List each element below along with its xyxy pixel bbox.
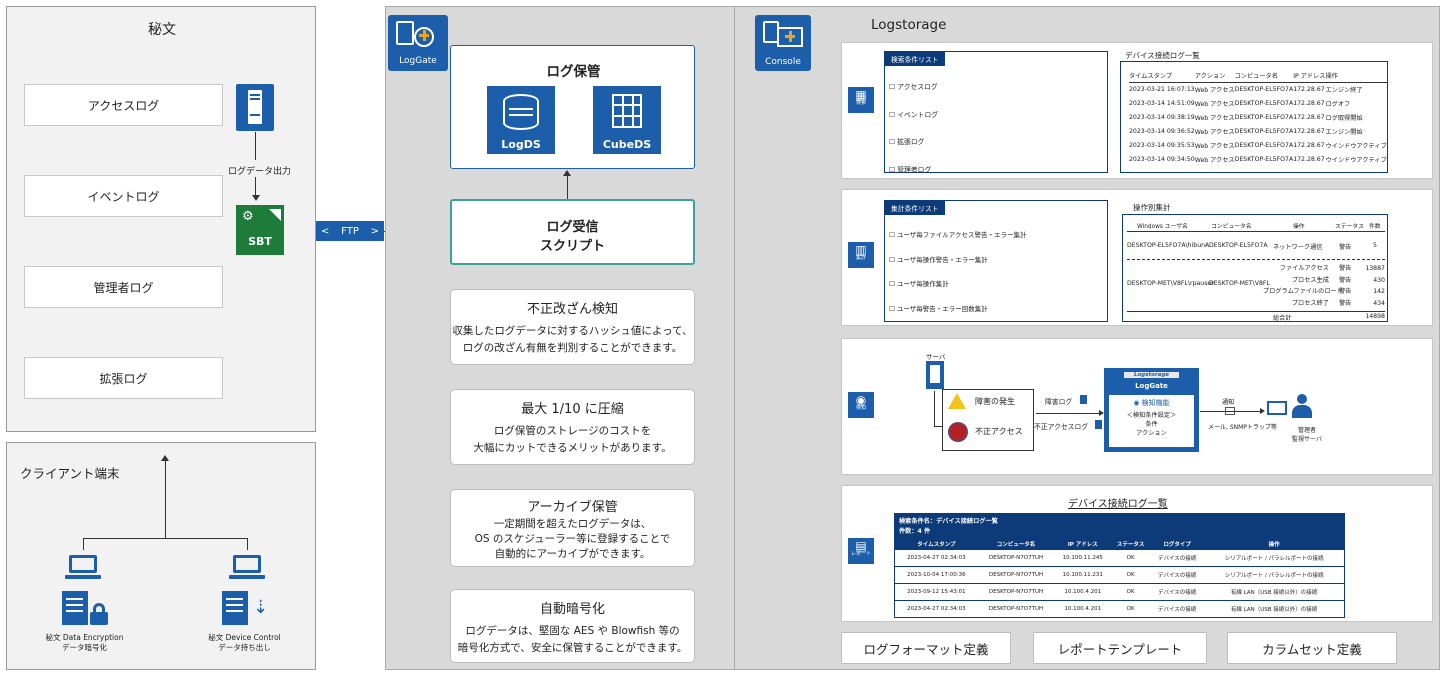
receive-script-box: ログ受信 スクリプト <box>450 199 695 265</box>
search-list-title: 検索条件リスト <box>885 52 945 66</box>
console-badge: Console <box>755 15 811 71</box>
search-screen: ▦ 検索 検索条件リスト ☐ アクセスログ ☐ イベントログ ☐ 拡張ログ ☐ 管… <box>841 42 1433 179</box>
cubeds-icon: CubeDS <box>593 86 661 154</box>
log-box-extended: 拡張ログ <box>24 357 223 399</box>
laptop-icon <box>229 555 265 580</box>
logstorage-title: Logstorage <box>871 17 947 33</box>
search-condition-4: ☐ 管理者ログ <box>889 165 932 174</box>
client-title: クライアント端末 <box>20 466 120 481</box>
client-panel: クライアント端末 秘文 Data Encryption データ暗号化 ⇣ 秘文 … <box>6 442 316 670</box>
lock-icon <box>90 603 108 625</box>
checkbox-icon: ☐ <box>889 83 896 91</box>
ftp-label: FTP <box>341 225 359 237</box>
client-item-1-desc: データ暗号化 <box>62 643 107 652</box>
feature-card-archive: アーカイブ保管 一定期間を超えたログデータは、 OS のスケジューラー等に登録する… <box>450 489 695 567</box>
checkbox-icon: ☐ <box>889 280 895 288</box>
log-box-access: アクセスログ <box>24 84 223 126</box>
monitor-icon <box>1267 401 1287 415</box>
search-table-title: デバイス接続ログ一覧 <box>1125 51 1200 60</box>
loggate-badge: LogGate <box>388 15 448 71</box>
cubeds-label: CubeDS <box>602 138 652 151</box>
checkbox-icon: ☐ <box>889 255 895 264</box>
loggate-badge-label: LogGate <box>399 56 437 66</box>
document-icon <box>222 591 248 625</box>
report-title: デバイス接続ログ一覧 <box>1068 499 1168 510</box>
report-table: タイムスタンプ コンピュータ名 IP アドレス ステータス ログタイプ 操作 2023-0… <box>894 537 1345 618</box>
server-icon <box>926 361 944 389</box>
chevron-right-icon: > <box>370 225 379 237</box>
warning-icon <box>948 393 966 409</box>
feature-card-encrypt: 自動暗号化 ログデータは、堅固な AES や Blowfish 等の 暗号化方式で… <box>450 589 695 663</box>
feature-card-tamper: 不正改ざん検知 収集したログデータに対するハッシュ値によって、 ログの改ざん有無を… <box>450 289 695 365</box>
column-set-button[interactable]: カラムセット定義 <box>1227 632 1397 664</box>
signal-icon: ◉ <box>1133 399 1140 407</box>
checkbox-icon: ☐ <box>889 138 896 146</box>
report-template-button[interactable]: レポートテンプレート <box>1033 632 1207 664</box>
sbt-icon: ⚙ SBT <box>236 205 284 255</box>
feature-card-compress: 最大 1/10 に圧縮 ログ保管のストレージのコストを 大幅にカットできるメリット… <box>450 389 695 465</box>
alert-signal-icon: ◉ 検知 <box>848 392 874 418</box>
search-condition-3: ☐ 拡張ログ <box>889 138 925 146</box>
hibun-title: 秘文 <box>148 22 176 38</box>
logds-label: LogDS <box>501 138 541 151</box>
aggregate-condition-1: ☐ ユーザ毎ファイルアクセス警告・エラー集計 <box>889 231 1027 239</box>
document-icon <box>1080 395 1087 404</box>
client-item-2-desc: データ持ち出し <box>218 643 271 652</box>
checkbox-icon: ☐ <box>889 231 895 239</box>
aggregate-table-title: 操作別集計 <box>1133 203 1171 212</box>
search-table: タイムスタンプ アクション コンピュータ名 IP アドレス 操作 2023-03-21 … <box>1129 69 1387 167</box>
console-badge-label: Console <box>765 57 801 67</box>
search-condition-2: ☐ イベントログ <box>889 110 939 119</box>
log-output-label: ログデータ出力 <box>228 167 292 177</box>
sbt-label: SBT <box>248 235 272 248</box>
storage-title: ログ保管 <box>546 64 601 80</box>
virus-icon <box>948 422 968 442</box>
log-format-button[interactable]: ログフォーマット定義 <box>841 632 1011 664</box>
search-condition-1: ☐ アクセスログ <box>889 83 938 91</box>
loggate-detector: Logstorage LogGate ◉ 検知機能 ＜検知条件設定＞ 条件 アク… <box>1104 368 1199 452</box>
ftp-badge: < FTP > <box>316 221 384 241</box>
storage-box: ログ保管 LogDS CubeDS <box>450 45 695 169</box>
logds-icon: LogDS <box>487 86 555 154</box>
receive-line1: ログ受信 <box>546 220 599 235</box>
aggregate-condition-3: ☐ ユーザ毎操作集計 <box>889 280 949 288</box>
hibun-panel: 秘文 アクセスログ イベントログ 管理者ログ 拡張ログ ログデータ出力 ⚙ SB… <box>6 6 316 432</box>
bar-chart-icon: ▥ 集計 <box>848 242 874 268</box>
receive-line2: スクリプト <box>539 239 605 254</box>
log-box-admin: 管理者ログ <box>24 266 223 308</box>
document-icon <box>62 591 88 625</box>
aggregate-condition-4: ☐ ユーザ毎警告・エラー回数集計 <box>889 304 988 313</box>
laptop-icon <box>65 555 101 580</box>
report-screen: ▤ レポート デバイス接続ログ一覧 検索条件名：デバイス接続ログ一覧 件数：4 件… <box>841 485 1433 622</box>
person-icon <box>1292 394 1312 419</box>
checkbox-icon: ☐ <box>889 304 895 313</box>
chevron-left-icon: < <box>321 225 330 237</box>
aggregate-condition-2: ☐ ユーザ毎操作警告・エラー集計 <box>889 255 988 264</box>
usb-icon: ⇣ <box>253 597 269 618</box>
document-icon <box>1095 420 1102 429</box>
logstorage-panel: Console Logstorage ▦ 検索 検索条件リスト ☐ アクセスログ … <box>735 6 1440 670</box>
loggate-panel: LogGate ログ保管 LogDS CubeDS ログ受信 スクリプト 不正改… <box>385 6 742 670</box>
aggregate-screen: ▥ 集計 集計条件リスト ☐ ユーザ毎ファイルアクセス警告・エラー集計 ☐ ユーザ… <box>841 189 1433 326</box>
report-icon: ▤ レポート <box>848 538 874 564</box>
search-icon: ▦ 検索 <box>848 87 874 113</box>
log-box-event: イベントログ <box>24 175 223 217</box>
server-icon <box>236 84 274 131</box>
checkbox-icon: ☐ <box>889 165 896 174</box>
detect-screen: ◉ 検知 サーバ 障害の発生 不正アクセス 障害ログ 不正アクセスログ Logst… <box>841 338 1433 475</box>
aggregate-list-title: 集計条件リスト <box>885 201 945 215</box>
checkbox-icon: ☐ <box>889 110 896 119</box>
